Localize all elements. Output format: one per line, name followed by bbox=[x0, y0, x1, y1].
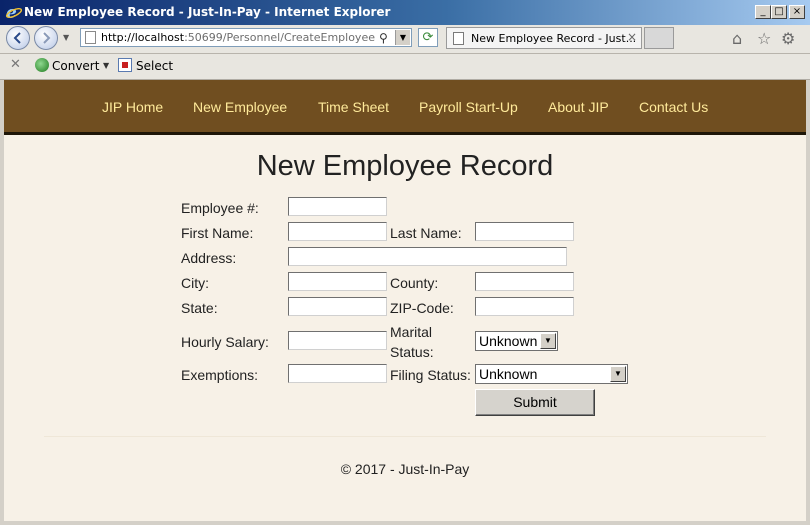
window-title: New Employee Record - Just-In-Pay - Inte… bbox=[24, 5, 391, 19]
tab-page-icon bbox=[453, 32, 464, 45]
marital-status-label-line1: Marital bbox=[390, 324, 433, 340]
back-icon bbox=[13, 32, 21, 44]
filing-status-select[interactable]: Unknown ▼ bbox=[475, 364, 628, 384]
address-url-path: :50699/Personnel/CreateEmployee bbox=[184, 31, 375, 44]
filing-status-selected: Unknown bbox=[479, 366, 538, 382]
address-url-host: http://localhost bbox=[101, 31, 185, 44]
employee-number-label: Employee #: bbox=[181, 200, 259, 216]
last-name-label: Last Name: bbox=[390, 225, 462, 241]
toolbar-close-icon[interactable]: ✕ bbox=[10, 57, 21, 72]
marital-status-label-line2: Status: bbox=[390, 344, 434, 360]
browser-tab[interactable]: New Employee Record - Just... × bbox=[446, 27, 642, 49]
nav-link-about-jip[interactable]: About JIP bbox=[548, 99, 609, 115]
nav-link-payroll-start-up[interactable]: Payroll Start-Up bbox=[419, 99, 518, 115]
state-label: State: bbox=[181, 300, 218, 316]
address-input[interactable] bbox=[288, 247, 567, 266]
new-tab-button[interactable] bbox=[644, 27, 674, 49]
convert-button[interactable]: Convert bbox=[52, 59, 99, 73]
city-label: City: bbox=[181, 275, 209, 291]
county-input[interactable] bbox=[475, 272, 574, 291]
refresh-icon[interactable]: ⟳ bbox=[418, 28, 438, 47]
window-titlebar: e New Employee Record - Just-In-Pay - In… bbox=[0, 0, 810, 25]
page-title: New Employee Record bbox=[256, 150, 554, 182]
back-button[interactable] bbox=[6, 26, 30, 50]
gear-icon[interactable]: ⚙ bbox=[781, 29, 795, 48]
maximize-button[interactable]: □ bbox=[771, 5, 787, 19]
internet-explorer-icon: e bbox=[5, 3, 23, 21]
address-label: Address: bbox=[181, 250, 237, 266]
nav-link-jip-home[interactable]: JIP Home bbox=[102, 99, 163, 115]
zip-code-label: ZIP-Code: bbox=[390, 300, 454, 316]
address-bar[interactable]: http://localhost:50699/Personnel/CreateE… bbox=[80, 28, 412, 47]
svg-text:e: e bbox=[6, 3, 17, 21]
exemptions-input[interactable] bbox=[288, 364, 387, 383]
forward-icon bbox=[43, 32, 51, 44]
footer-copyright: © 2017 - Just-In-Pay bbox=[340, 461, 470, 477]
employee-number-input[interactable] bbox=[288, 197, 387, 216]
nav-link-time-sheet[interactable]: Time Sheet bbox=[318, 99, 389, 115]
convert-icon[interactable] bbox=[35, 58, 49, 72]
hourly-salary-input[interactable] bbox=[288, 331, 387, 350]
search-icon[interactable]: ⚲ bbox=[379, 31, 388, 45]
page-icon bbox=[85, 31, 96, 44]
home-icon[interactable]: ⌂ bbox=[732, 29, 742, 48]
tab-close-icon[interactable]: × bbox=[627, 30, 637, 44]
state-input[interactable] bbox=[288, 297, 387, 316]
nav-link-contact-us[interactable]: Contact Us bbox=[639, 99, 708, 115]
address-dropdown-icon[interactable]: ▼ bbox=[395, 30, 410, 45]
select-button[interactable]: Select bbox=[136, 59, 173, 73]
marital-status-select[interactable]: Unknown ▼ bbox=[475, 331, 558, 351]
forward-button[interactable] bbox=[34, 26, 58, 50]
footer-divider bbox=[44, 436, 766, 437]
exemptions-label: Exemptions: bbox=[181, 367, 259, 383]
nav-link-new-employee[interactable]: New Employee bbox=[193, 99, 287, 115]
zip-code-input[interactable] bbox=[475, 297, 574, 316]
marital-status-selected: Unknown bbox=[479, 333, 538, 349]
hourly-salary-label: Hourly Salary: bbox=[181, 334, 269, 350]
address-url[interactable]: http://localhost:50699/Personnel/CreateE… bbox=[101, 31, 375, 44]
filing-status-label: Filing Status: bbox=[390, 367, 471, 383]
select-icon[interactable] bbox=[118, 58, 132, 72]
tab-title: New Employee Record - Just... bbox=[471, 32, 637, 45]
minimize-button[interactable]: _ bbox=[755, 5, 771, 19]
chevron-down-icon[interactable]: ▼ bbox=[610, 366, 626, 382]
county-label: County: bbox=[390, 275, 439, 291]
browser-toolbar: ✕ Convert ▼ Select bbox=[0, 54, 810, 80]
convert-dropdown-icon[interactable]: ▼ bbox=[103, 61, 109, 70]
submit-button[interactable]: Submit bbox=[475, 389, 595, 416]
browser-navigation-bar: ▼ http://localhost:50699/Personnel/Creat… bbox=[0, 25, 810, 54]
last-name-input[interactable] bbox=[475, 222, 574, 241]
page-viewport: JIP Home New Employee Time Sheet Payroll… bbox=[4, 80, 806, 521]
first-name-input[interactable] bbox=[288, 222, 387, 241]
site-navigation: JIP Home New Employee Time Sheet Payroll… bbox=[4, 80, 806, 135]
chevron-down-icon[interactable]: ▼ bbox=[540, 333, 556, 349]
history-dropdown-icon[interactable]: ▼ bbox=[63, 33, 69, 42]
close-button[interactable]: × bbox=[789, 5, 805, 19]
star-icon[interactable]: ☆ bbox=[757, 29, 771, 48]
first-name-label: First Name: bbox=[181, 225, 254, 241]
city-input[interactable] bbox=[288, 272, 387, 291]
